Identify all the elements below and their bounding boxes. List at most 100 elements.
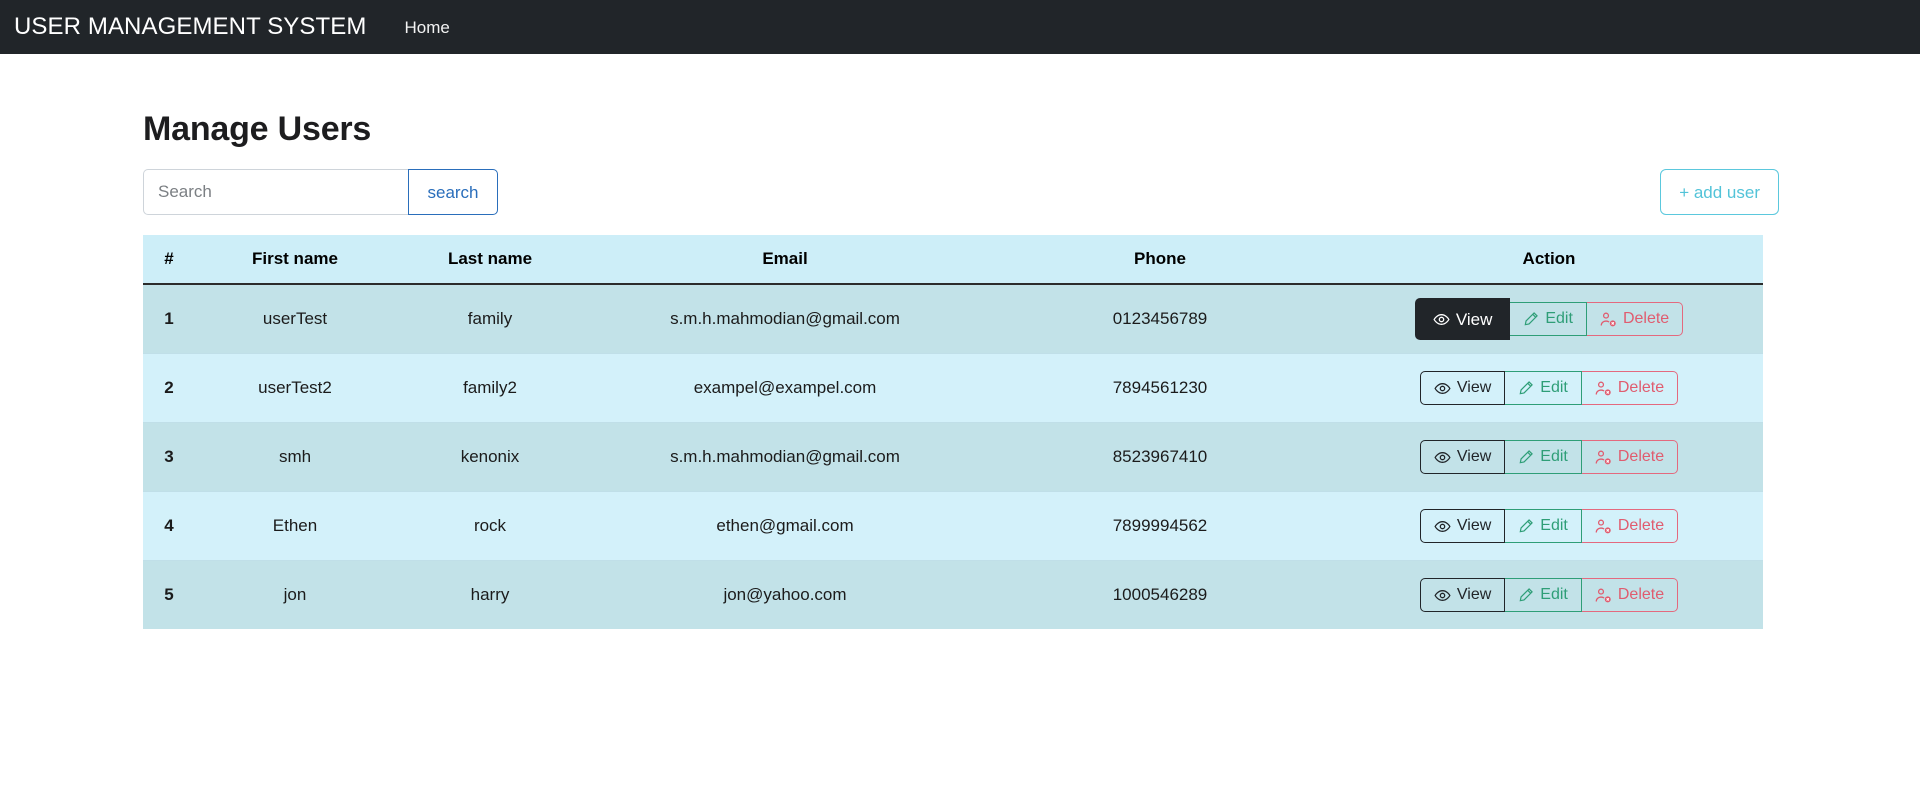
cell-index: 5: [164, 585, 174, 604]
edit-button[interactable]: Edit: [1505, 509, 1582, 543]
page-title: Manage Users: [143, 110, 372, 148]
pencil-icon: [1523, 311, 1539, 327]
cell-actions: View Edit Delete: [1335, 353, 1763, 423]
search-input[interactable]: [143, 169, 408, 215]
users-table-wrapper: # First name Last name Email Phone Actio…: [141, 235, 1779, 629]
eye-icon: [1434, 587, 1451, 604]
row-action-group: View Edit Delete: [1419, 509, 1679, 543]
add-user-button[interactable]: + add user: [1660, 169, 1779, 215]
view-button-label: View: [1456, 517, 1492, 534]
view-button[interactable]: View: [1419, 509, 1506, 543]
cell-phone: 7899994562: [985, 491, 1335, 561]
user-delete-icon: [1595, 380, 1612, 397]
column-header-action: Action: [1335, 235, 1763, 285]
cell-last-name: rock: [395, 491, 585, 561]
cell-first-name: smh: [195, 422, 395, 492]
view-button-label: View: [1455, 309, 1493, 329]
edit-button[interactable]: Edit: [1505, 440, 1582, 474]
search-button[interactable]: search: [408, 169, 498, 215]
table-row: 4 Ethen rock ethen@gmail.com 7899994562 View E…: [143, 491, 1763, 561]
user-delete-icon: [1595, 587, 1612, 604]
view-button[interactable]: View: [1414, 298, 1511, 340]
delete-button[interactable]: Delete: [1581, 371, 1679, 405]
delete-button[interactable]: Delete: [1586, 302, 1684, 336]
cell-index: 3: [143, 422, 195, 492]
delete-button[interactable]: Delete: [1581, 578, 1679, 612]
column-header-email: Email: [585, 235, 985, 285]
row-action-group: View Edit Delete: [1414, 298, 1684, 340]
pencil-icon: [1518, 518, 1534, 534]
cell-phone: 0123456789: [985, 284, 1335, 354]
cell-index: 2: [143, 353, 195, 423]
cell-email: jon@yahoo.com: [723, 585, 847, 604]
row-action-group: View Edit Delete: [1419, 578, 1679, 612]
view-button[interactable]: View: [1419, 440, 1506, 474]
toolbar: search + add user: [141, 169, 1779, 215]
cell-first-name: userTest: [195, 284, 395, 354]
table-body: 1 userTest family s.m.h.mahmodian@gmail.com…: [143, 284, 1763, 629]
view-button-label: View: [1456, 379, 1492, 396]
nav-link-home[interactable]: Home: [394, 15, 459, 40]
cell-first-name: jon: [283, 585, 307, 604]
edit-button[interactable]: Edit: [1510, 302, 1587, 336]
search-group: search: [143, 169, 498, 215]
users-table: # First name Last name Email Phone Actio…: [143, 235, 1763, 629]
edit-button-label: Edit: [1540, 586, 1568, 603]
cell-actions: View Edit Delete: [1335, 491, 1763, 561]
view-button[interactable]: View: [1419, 371, 1506, 405]
column-header-last-name: Last name: [395, 235, 585, 285]
cell-index: 4: [143, 491, 195, 561]
user-delete-icon: [1595, 518, 1612, 535]
table-row: 1 userTest family s.m.h.mahmodian@gmail.com…: [143, 284, 1763, 354]
cell-last-name: family: [395, 284, 585, 354]
eye-icon: [1433, 311, 1450, 328]
cell-phone: 8523967410: [985, 422, 1335, 492]
eye-icon: [1434, 449, 1451, 466]
view-button[interactable]: View: [1419, 578, 1506, 612]
edit-button[interactable]: Edit: [1505, 578, 1582, 612]
pencil-icon: [1518, 587, 1534, 603]
navbar-brand[interactable]: USER MANAGEMENT SYSTEM: [14, 15, 376, 39]
top-navbar: USER MANAGEMENT SYSTEM Home: [0, 0, 1920, 54]
pencil-icon: [1518, 380, 1534, 396]
edit-button-label: Edit: [1540, 517, 1568, 534]
edit-button-label: Edit: [1540, 448, 1568, 465]
pencil-icon: [1518, 449, 1534, 465]
cell-actions: View Edit Delete: [1335, 422, 1763, 492]
column-header-index: #: [143, 235, 195, 285]
edit-button-label: Edit: [1540, 379, 1568, 396]
edit-button-label: Edit: [1545, 310, 1573, 327]
view-button-label: View: [1456, 448, 1492, 465]
cell-last-name: harry: [470, 585, 510, 604]
delete-button-label: Delete: [1622, 310, 1670, 327]
delete-button[interactable]: Delete: [1581, 509, 1679, 543]
delete-button-label: Delete: [1617, 379, 1665, 396]
cell-email: s.m.h.mahmodian@gmail.com: [585, 422, 985, 492]
cell-email: exampel@exampel.com: [585, 353, 985, 423]
cell-actions: View Edit Delete: [1335, 561, 1763, 630]
cell-index: 1: [143, 284, 195, 354]
row-action-group: View Edit Delete: [1419, 371, 1679, 405]
user-delete-icon: [1600, 311, 1617, 328]
eye-icon: [1434, 518, 1451, 535]
cell-phone: 7894561230: [985, 353, 1335, 423]
table-head: # First name Last name Email Phone Actio…: [143, 235, 1763, 285]
cell-last-name: kenonix: [395, 422, 585, 492]
user-delete-icon: [1595, 449, 1612, 466]
cell-phone: 1000546289: [1112, 585, 1208, 604]
cell-first-name: Ethen: [195, 491, 395, 561]
eye-icon: [1434, 380, 1451, 397]
cell-last-name: family2: [395, 353, 585, 423]
cell-actions: View Edit Delete: [1335, 284, 1763, 354]
table-header-row: # First name Last name Email Phone Actio…: [143, 235, 1763, 285]
delete-button-label: Delete: [1617, 586, 1665, 603]
page-container: Manage Users search + add user # First n…: [141, 54, 1779, 629]
delete-button-label: Delete: [1617, 517, 1665, 534]
cell-email: ethen@gmail.com: [585, 491, 985, 561]
edit-button[interactable]: Edit: [1505, 371, 1582, 405]
table-row: 3 smh kenonix s.m.h.mahmodian@gmail.com 8523…: [143, 422, 1763, 492]
cell-first-name: userTest2: [195, 353, 395, 423]
delete-button-label: Delete: [1617, 448, 1665, 465]
delete-button[interactable]: Delete: [1581, 440, 1679, 474]
table-row: 5 jon harry jon@yahoo.com 1000546289 View Edit…: [143, 560, 1763, 630]
